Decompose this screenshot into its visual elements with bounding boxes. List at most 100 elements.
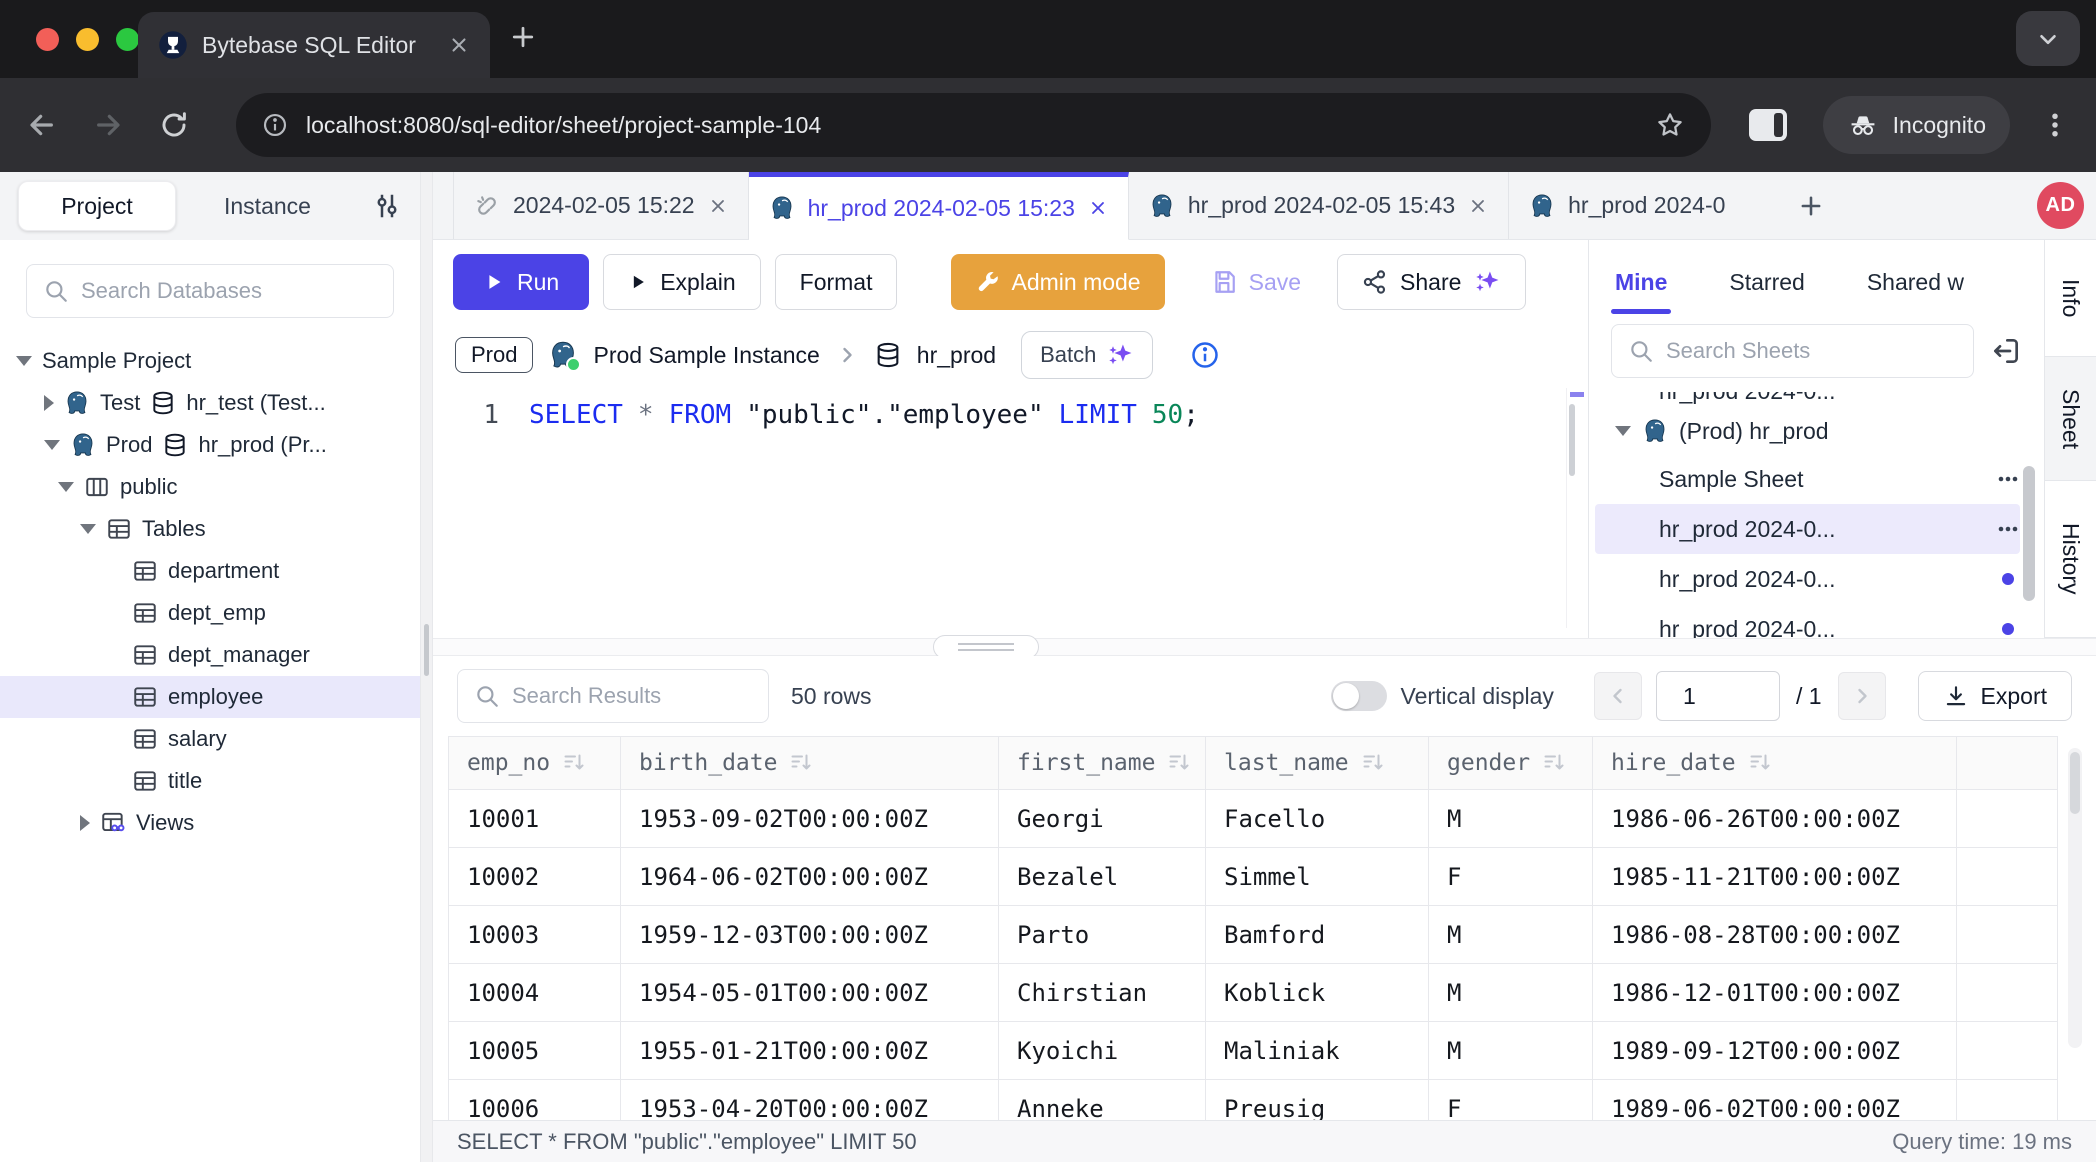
cell[interactable]: Preusig bbox=[1206, 1080, 1429, 1121]
new-sheet-button[interactable] bbox=[1797, 192, 1825, 220]
browser-menu-icon[interactable] bbox=[2040, 110, 2070, 140]
scroll-thumb[interactable] bbox=[1569, 404, 1575, 476]
cell[interactable]: 1964-06-02T00:00:00Z bbox=[621, 848, 999, 906]
tree-item-table-employee[interactable]: employee bbox=[0, 676, 420, 718]
cell[interactable]: M bbox=[1429, 1022, 1593, 1080]
tab-shared[interactable]: Shared w bbox=[1867, 240, 1964, 324]
admin-mode-button[interactable]: Admin mode bbox=[951, 254, 1164, 310]
sheet-item[interactable]: Sample Sheet bbox=[1595, 454, 2020, 504]
cell[interactable]: 1986-06-26T00:00:00Z bbox=[1593, 790, 1957, 848]
cell[interactable]: 10003 bbox=[449, 906, 621, 964]
close-tab-icon[interactable] bbox=[448, 34, 470, 56]
cell[interactable]: Facello bbox=[1206, 790, 1429, 848]
prev-page-button[interactable] bbox=[1594, 672, 1642, 720]
sheet-group[interactable]: (Prod) hr_prod bbox=[1589, 408, 2044, 454]
sort-icon[interactable] bbox=[789, 751, 813, 775]
explain-button[interactable]: Explain bbox=[603, 254, 760, 310]
tree-item-table-salary[interactable]: salary bbox=[0, 718, 420, 760]
cell[interactable]: 1986-08-28T00:00:00Z bbox=[1593, 906, 1957, 964]
cell[interactable]: M bbox=[1429, 964, 1593, 1022]
tab-project[interactable]: Project bbox=[18, 181, 176, 231]
sheet-item[interactable]: hr_prod 2024-0... bbox=[1595, 604, 2020, 638]
bookmark-star-icon[interactable] bbox=[1655, 110, 1685, 140]
side-panel-icon[interactable] bbox=[1749, 109, 1787, 141]
cell[interactable]: 1985-11-21T00:00:00Z bbox=[1593, 848, 1957, 906]
tab-info[interactable]: Info bbox=[2045, 240, 2096, 357]
instance-name[interactable]: Prod Sample Instance bbox=[593, 342, 819, 369]
cell[interactable]: Georgi bbox=[999, 790, 1206, 848]
cell[interactable]: M bbox=[1429, 906, 1593, 964]
caret-down-icon[interactable] bbox=[80, 524, 96, 534]
cell[interactable]: 10006 bbox=[449, 1080, 621, 1121]
column-header[interactable]: first_name bbox=[999, 737, 1206, 790]
sort-icon[interactable] bbox=[1361, 751, 1385, 775]
cell[interactable]: 1955-01-21T00:00:00Z bbox=[621, 1022, 999, 1080]
caret-down-icon[interactable] bbox=[44, 440, 60, 450]
filter-sliders-icon[interactable] bbox=[372, 191, 402, 221]
cell[interactable]: 10001 bbox=[449, 790, 621, 848]
tree-item-tables[interactable]: Tables bbox=[0, 508, 420, 550]
sparkles-icon[interactable] bbox=[1473, 268, 1501, 296]
close-sheet-icon[interactable] bbox=[1088, 198, 1108, 218]
sql-line[interactable]: SELECT*FROM"public"."employee"LIMIT50; bbox=[529, 400, 1214, 638]
editor-scrollbar[interactable] bbox=[1566, 388, 1588, 628]
run-button[interactable]: Run bbox=[453, 254, 589, 310]
tree-item-table-dept-manager[interactable]: dept_manager bbox=[0, 634, 420, 676]
tab-starred[interactable]: Starred bbox=[1729, 240, 1804, 324]
address-bar[interactable]: localhost:8080/sql-editor/sheet/project-… bbox=[236, 93, 1711, 157]
page-number-input[interactable] bbox=[1656, 671, 1780, 721]
user-avatar[interactable]: AD bbox=[2037, 182, 2084, 229]
column-header[interactable]: birth_date bbox=[621, 737, 999, 790]
caret-right-icon[interactable] bbox=[80, 815, 90, 831]
sort-icon[interactable] bbox=[562, 751, 586, 775]
batch-button[interactable]: Batch bbox=[1021, 331, 1153, 379]
sheet-tab-3[interactable]: hr_prod 2024-02-05 15:43 bbox=[1129, 172, 1509, 239]
column-header[interactable]: last_name bbox=[1206, 737, 1429, 790]
tab-instance[interactable]: Instance bbox=[224, 193, 311, 220]
tab-sheet[interactable]: Sheet bbox=[2045, 357, 2096, 480]
sheet-search-input[interactable] bbox=[1666, 338, 1957, 364]
tab-search-button[interactable] bbox=[2016, 11, 2080, 66]
tree-item-project[interactable]: Sample Project bbox=[0, 340, 420, 382]
column-header[interactable]: emp_no bbox=[449, 737, 621, 790]
export-button[interactable]: Export bbox=[1918, 671, 2072, 721]
sheet-scrollbar-thumb[interactable] bbox=[2023, 466, 2035, 601]
minimize-window-button[interactable] bbox=[76, 28, 99, 51]
zoom-window-button[interactable] bbox=[116, 28, 139, 51]
sql-editor[interactable]: 1 SELECT*FROM"public"."employee"LIMIT50; bbox=[433, 386, 1588, 638]
close-window-button[interactable] bbox=[36, 28, 59, 51]
cell[interactable]: Maliniak bbox=[1206, 1022, 1429, 1080]
cell[interactable]: M bbox=[1429, 790, 1593, 848]
cell[interactable]: Simmel bbox=[1206, 848, 1429, 906]
cell[interactable]: Kyoichi bbox=[999, 1022, 1206, 1080]
tab-history[interactable]: History bbox=[2045, 481, 2096, 638]
column-header[interactable]: gender bbox=[1429, 737, 1593, 790]
tab-mine[interactable]: Mine bbox=[1615, 240, 1667, 324]
info-circle-icon[interactable] bbox=[1190, 340, 1220, 370]
new-tab-button[interactable] bbox=[508, 22, 538, 52]
sheet-search[interactable] bbox=[1611, 324, 1974, 378]
sheet-item-clipped[interactable]: hr_prod 2024-0... bbox=[1595, 392, 2020, 408]
vertical-display-toggle[interactable] bbox=[1331, 681, 1387, 711]
cell[interactable]: F bbox=[1429, 848, 1593, 906]
item-menu-icon[interactable] bbox=[1996, 467, 2020, 491]
sort-icon[interactable] bbox=[1542, 751, 1566, 775]
cell[interactable]: 1989-09-12T00:00:00Z bbox=[1593, 1022, 1957, 1080]
database-search-input[interactable] bbox=[81, 278, 377, 304]
cell[interactable]: 1959-12-03T00:00:00Z bbox=[621, 906, 999, 964]
format-button[interactable]: Format bbox=[775, 254, 898, 310]
caret-down-icon[interactable] bbox=[16, 356, 32, 366]
vertical-splitter[interactable] bbox=[420, 172, 433, 1162]
site-info-icon[interactable] bbox=[262, 112, 288, 138]
cell[interactable]: 1954-05-01T00:00:00Z bbox=[621, 964, 999, 1022]
close-sheet-icon[interactable] bbox=[1468, 196, 1488, 216]
horizontal-splitter[interactable] bbox=[433, 638, 2096, 656]
column-header[interactable]: hire_date bbox=[1593, 737, 1957, 790]
next-page-button[interactable] bbox=[1838, 672, 1886, 720]
tree-item-test-instance[interactable]: Test hr_test (Test... bbox=[0, 382, 420, 424]
reload-button[interactable] bbox=[158, 109, 190, 141]
cell[interactable]: Chirstian bbox=[999, 964, 1206, 1022]
tree-item-prod-instance[interactable]: Prod hr_prod (Pr... bbox=[0, 424, 420, 466]
database-name[interactable]: hr_prod bbox=[917, 342, 996, 369]
save-button[interactable]: Save bbox=[1197, 254, 1315, 310]
